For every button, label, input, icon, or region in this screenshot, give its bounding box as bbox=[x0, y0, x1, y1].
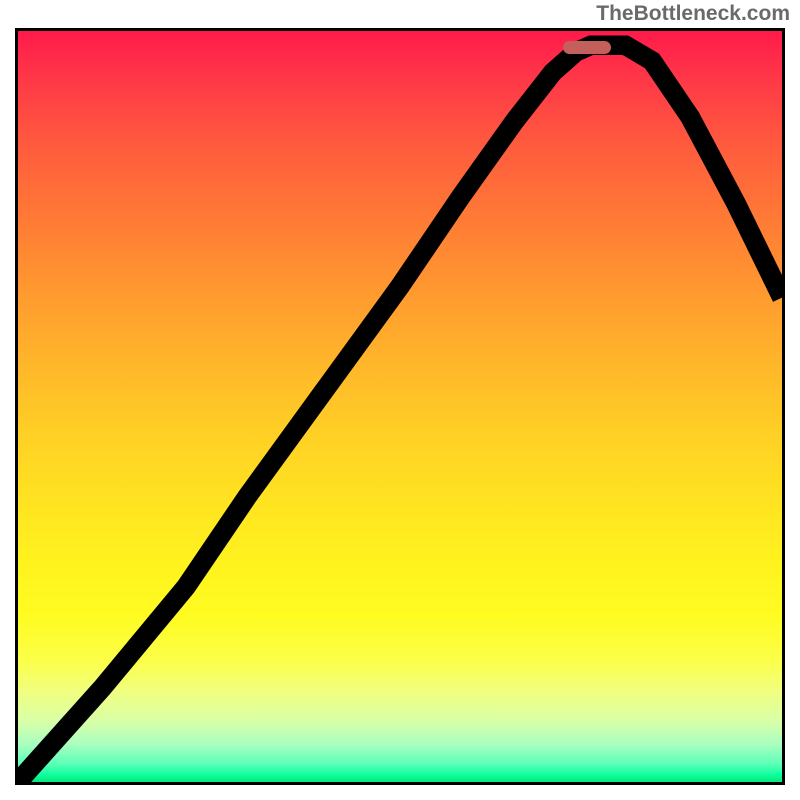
optimal-range-marker bbox=[563, 41, 610, 54]
heat-gradient-background bbox=[18, 31, 782, 782]
chart-plot-area bbox=[15, 28, 785, 785]
watermark-text: TheBottleneck.com bbox=[596, 2, 790, 26]
